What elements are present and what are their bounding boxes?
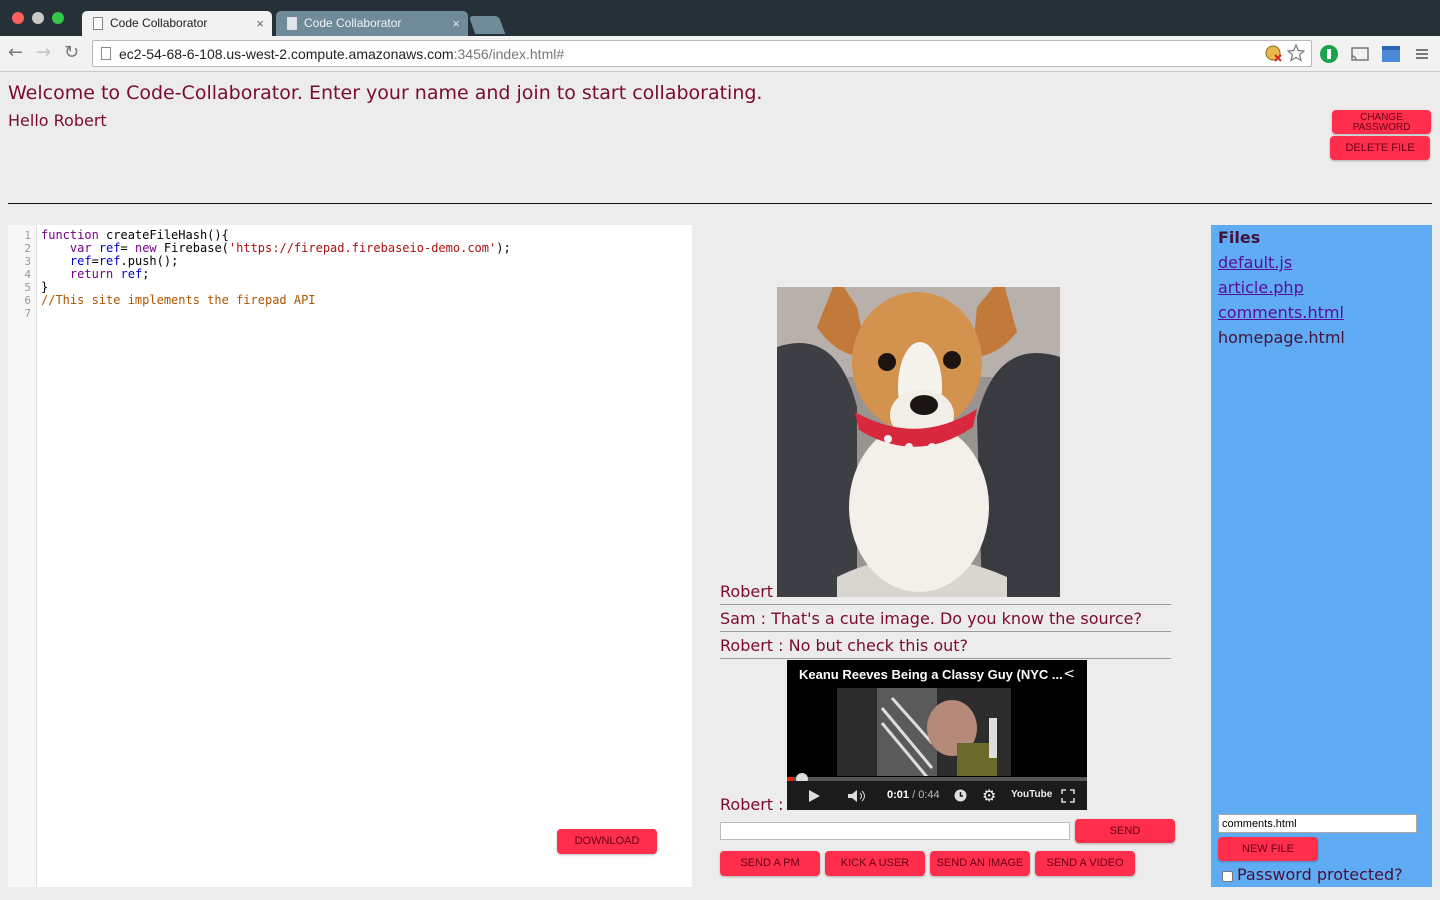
video-controls: 0:01 / 0:44 ⚙ YouTube [787, 781, 1087, 810]
send-button[interactable]: SEND [1075, 819, 1175, 843]
star-icon[interactable] [1287, 44, 1305, 62]
send-pm-button[interactable]: SEND A PM [720, 851, 820, 876]
page-icon [101, 47, 111, 60]
code-editor[interactable]: 1 2 3 4 5 6 7 function createFileHash(){… [8, 225, 692, 887]
zoom-window-button[interactable] [52, 12, 64, 24]
line-number: 6 [24, 294, 31, 307]
tab-code-collaborator[interactable]: Code Collaborator × [276, 11, 468, 36]
share-icon[interactable]: < [1063, 666, 1075, 682]
video-time: 0:01 / 0:44 [887, 789, 940, 801]
back-icon[interactable]: ← [8, 42, 23, 63]
settings-gear-icon[interactable]: ⚙ [982, 786, 996, 805]
password-protected-checkbox[interactable] [1222, 871, 1233, 882]
close-tab-icon[interactable]: × [452, 11, 460, 36]
welcome-heading: Welcome to Code-Collaborator. Enter your… [8, 82, 763, 104]
file-link-homepage-html[interactable]: homepage.html [1218, 328, 1345, 347]
chat-message: Sam : That's a cute image. Do you know t… [720, 609, 1142, 628]
blocked-extension-icon[interactable] [1265, 45, 1283, 63]
video-frame [837, 688, 1011, 784]
play-icon[interactable] [807, 789, 821, 803]
kick-user-button[interactable]: KICK A USER [825, 851, 925, 876]
line-number: 3 [24, 255, 31, 268]
line-number: 1 [24, 229, 31, 242]
page-icon [287, 17, 297, 30]
line-number: 5 [24, 281, 31, 294]
code-text[interactable]: function createFileHash(){ var ref= new … [41, 229, 511, 307]
cast-icon[interactable] [1350, 44, 1370, 64]
chat-message: Robert : No but check this out? [720, 636, 969, 655]
line-number: 2 [24, 242, 31, 255]
change-password-button[interactable]: CHANGE PASSWORD [1332, 110, 1431, 134]
tab-label: Code Collaborator [304, 16, 402, 30]
file-link-comments-html[interactable]: comments.html [1218, 303, 1344, 322]
menu-icon[interactable] [1412, 44, 1432, 64]
youtube-logo-icon[interactable]: YouTube [1011, 789, 1052, 800]
chat-image-dog[interactable] [777, 287, 1060, 597]
page-icon [93, 17, 103, 30]
video-title[interactable]: Keanu Reeves Being a Classy Guy (NYC ... [799, 667, 1063, 682]
reload-icon[interactable]: ↻ [64, 42, 79, 63]
send-video-button[interactable]: SEND A VIDEO [1035, 851, 1135, 876]
chat-sender-name: Robert [720, 582, 774, 601]
new-file-button[interactable]: NEW FILE [1218, 837, 1318, 861]
send-image-button[interactable]: SEND AN IMAGE [930, 851, 1030, 876]
file-link-article-php[interactable]: article.php [1218, 278, 1304, 297]
line-number: 4 [24, 268, 31, 281]
address-bar[interactable]: ec2-54-68-6-108.us-west-2.compute.amazon… [92, 40, 1312, 67]
window-icon[interactable] [1381, 44, 1401, 64]
chat-message-input[interactable] [720, 822, 1070, 840]
browser-tabstrip: Code Collaborator × Code Collaborator × [0, 0, 1440, 36]
chat-separator [720, 631, 1171, 632]
browser-toolbar: ← → ↻ ec2-54-68-6-108.us-west-2.compute.… [0, 36, 1440, 72]
minimize-window-button[interactable] [32, 12, 44, 24]
dog-photo [777, 287, 1060, 597]
1password-icon[interactable] [1319, 44, 1339, 64]
download-button[interactable]: DOWNLOAD [557, 829, 657, 854]
password-protected-label: Password protected? [1237, 865, 1403, 884]
close-tab-icon[interactable]: × [256, 11, 264, 36]
tab-label: Code Collaborator [110, 16, 208, 30]
line-number-gutter: 1 2 3 4 5 6 7 [8, 225, 37, 887]
tab-code-collaborator-active[interactable]: Code Collaborator × [82, 11, 272, 36]
volume-icon[interactable] [847, 789, 867, 803]
fullscreen-icon[interactable] [1061, 789, 1075, 803]
chat-separator [720, 658, 1171, 659]
line-number: 7 [24, 307, 31, 320]
close-window-button[interactable] [12, 12, 24, 24]
new-file-name-input[interactable] [1218, 814, 1417, 833]
forward-icon[interactable]: → [36, 42, 51, 63]
header-divider [8, 203, 1432, 204]
files-title: Files [1218, 228, 1261, 247]
chat-sender-name: Robert : [720, 795, 784, 814]
embedded-video-player[interactable]: Keanu Reeves Being a Classy Guy (NYC ...… [787, 660, 1087, 810]
chat-separator [720, 604, 1171, 605]
files-panel: Files default.js article.php comments.ht… [1211, 225, 1432, 887]
new-tab-button[interactable] [468, 16, 506, 34]
hello-user-text: Hello Robert [8, 111, 107, 130]
url-text: ec2-54-68-6-108.us-west-2.compute.amazon… [119, 46, 565, 62]
file-link-default-js[interactable]: default.js [1218, 253, 1292, 272]
watch-later-icon[interactable] [954, 789, 967, 802]
delete-file-button[interactable]: DELETE FILE [1330, 136, 1430, 160]
